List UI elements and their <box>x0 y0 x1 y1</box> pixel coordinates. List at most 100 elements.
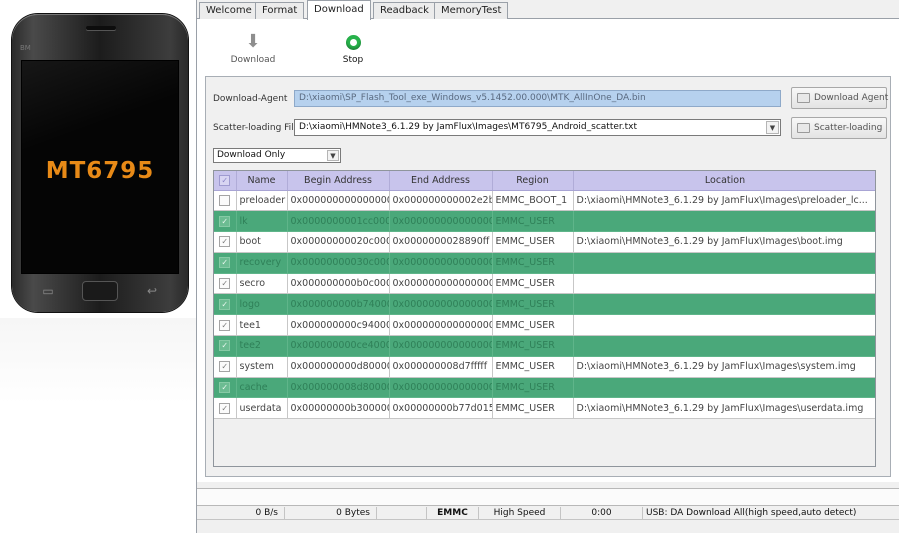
checkbox-icon[interactable]: ✓ <box>219 278 231 290</box>
table-row[interactable]: ✓ cache 0x000000008d800000 0x00000000000000… <box>214 377 875 399</box>
table-row[interactable]: ✓ lk 0x0000000001cc0000 0x0000000000000000 E… <box>214 210 875 233</box>
region-cell: EMMC_USER <box>492 397 574 420</box>
row-select-cell[interactable]: ✓ <box>214 314 237 337</box>
region-cell: EMMC_USER <box>492 273 574 295</box>
partition-name-cell: cache <box>236 377 288 399</box>
begin-address-cell: 0x00000000030c0000 <box>287 252 390 274</box>
checkbox-icon[interactable]: ✓ <box>219 215 231 227</box>
elapsed-time: 0:00 <box>561 507 643 519</box>
row-select-cell[interactable]: ✓ <box>214 356 237 378</box>
empty-cell <box>573 418 875 440</box>
begin-address-cell: 0x000000000b740000 <box>287 293 390 316</box>
tab-download[interactable]: Download <box>307 0 371 20</box>
usb-speed: High Speed <box>479 507 561 519</box>
row-select-cell[interactable]: ✓ <box>214 231 237 253</box>
phone-brand: BM <box>20 44 31 52</box>
partition-name-cell: secro <box>236 273 288 295</box>
begin-address-cell: 0x0000000001cc0000 <box>287 210 390 233</box>
tab-readback[interactable]: Readback <box>373 2 436 19</box>
tab-bar: Welcome Format Download Readback MemoryT… <box>197 0 899 20</box>
chevron-down-icon[interactable]: ▼ <box>766 121 779 134</box>
stop-button-label: Stop <box>342 55 364 65</box>
checkbox-icon[interactable]: ✓ <box>219 236 231 248</box>
row-select-cell[interactable]: ✓ <box>214 252 237 274</box>
table-row[interactable]: ✓ recovery 0x00000000030c0000 0x00000000000… <box>214 252 875 274</box>
row-select-cell[interactable]: ✓ <box>214 397 237 420</box>
download-button[interactable]: ⬇ Download <box>223 29 283 65</box>
table-row[interactable]: ✓ tee1 0x000000000c940000 0x000000000000000… <box>214 314 875 337</box>
panel-background <box>0 318 196 533</box>
scatter-file-path: D:\xiaomi\HMNote3_6.1.29 by JamFlux\Imag… <box>299 122 638 132</box>
location-cell: D:\xiaomi\HMNote3_6.1.29 by JamFlux\Imag… <box>573 397 875 420</box>
location-cell <box>573 273 875 295</box>
table-row[interactable]: preloader 0x0000000000000000 0x00000000000… <box>214 190 875 212</box>
location-cell: D:\xiaomi\HMNote3_6.1.29 by JamFlux\Imag… <box>573 231 875 253</box>
table-row[interactable]: ✓ system 0x000000000d800000 0x000000008d7ff… <box>214 356 875 378</box>
checkbox-icon[interactable]: ✓ <box>219 174 231 186</box>
device-panel: BM MT6795 ▭ ↩ <box>0 0 197 533</box>
checkbox-icon[interactable]: ✓ <box>219 340 231 352</box>
partition-name-cell: lk <box>236 210 288 233</box>
scatter-loading-button[interactable]: Scatter-loading <box>791 117 887 139</box>
table-row[interactable]: ✓ tee2 0x000000000ce40000 0x000000000000000… <box>214 335 875 357</box>
status-cell-empty <box>377 507 427 519</box>
end-address-cell: 0x0000000000000000 <box>389 210 493 233</box>
row-select-cell[interactable]: ✓ <box>214 335 237 357</box>
header-select-all[interactable]: ✓ <box>214 171 237 191</box>
back-key-icon: ↩ <box>146 284 158 298</box>
chevron-down-icon[interactable]: ▼ <box>327 150 339 161</box>
row-select-cell[interactable]: ✓ <box>214 273 237 295</box>
partition-name-cell: recovery <box>236 252 288 274</box>
location-cell <box>573 210 875 233</box>
table-row[interactable]: ✓ logo 0x000000000b740000 0x000000000000000… <box>214 293 875 316</box>
checkbox-icon[interactable]: ✓ <box>219 257 231 269</box>
begin-address-cell: 0x00000000020c0000 <box>287 231 390 253</box>
download-agent-path-field[interactable]: D:\xiaomi\SP_Flash_Tool_exe_Windows_v5.1… <box>294 90 781 107</box>
checkbox-icon[interactable]: ✓ <box>219 298 231 310</box>
checkbox-icon[interactable]: ✓ <box>219 382 231 394</box>
tab-welcome[interactable]: Welcome <box>199 2 259 19</box>
stop-button[interactable]: Stop <box>323 29 383 65</box>
end-address-cell: 0x0000000000000000 <box>389 377 493 399</box>
table-row[interactable]: ✓ userdata 0x00000000b3000000 0x00000000b77… <box>214 397 875 420</box>
empty-row <box>214 439 875 461</box>
table-row[interactable]: ✓ secro 0x000000000b0c0000 0x00000000000000… <box>214 273 875 295</box>
partition-table: ✓ Name Begin Address End Address Region … <box>213 170 876 467</box>
phone-image: BM MT6795 ▭ ↩ <box>12 14 188 312</box>
checkbox-icon[interactable]: ✓ <box>219 319 231 331</box>
end-address-cell: 0x0000000000000000 <box>389 252 493 274</box>
tab-memorytest[interactable]: MemoryTest <box>434 2 509 19</box>
column-header-name[interactable]: Name <box>236 171 288 191</box>
column-header-location[interactable]: Location <box>573 171 875 191</box>
phone-speaker <box>86 26 116 30</box>
partition-name-cell: boot <box>236 231 288 253</box>
region-cell: EMMC_BOOT_1 <box>492 190 574 212</box>
empty-cell <box>236 418 287 440</box>
begin-address-cell: 0x0000000000000000 <box>287 190 390 212</box>
column-header-end-address[interactable]: End Address <box>389 171 493 191</box>
partition-rows: preloader 0x0000000000000000 0x00000000000… <box>214 190 875 461</box>
end-address-cell: 0x0000000000000000 <box>389 293 493 316</box>
tab-format[interactable]: Format <box>255 2 305 19</box>
partition-name-cell: tee1 <box>236 314 288 337</box>
row-select-cell[interactable]: ✓ <box>214 210 237 233</box>
row-select-cell[interactable]: ✓ <box>214 377 237 399</box>
begin-address-cell: 0x000000008d800000 <box>287 377 390 399</box>
folder-icon <box>797 93 810 103</box>
checkbox-icon[interactable]: ✓ <box>219 361 231 373</box>
begin-address-cell: 0x000000000b0c0000 <box>287 273 390 295</box>
column-header-region[interactable]: Region <box>492 171 574 191</box>
download-mode-select[interactable]: Download Only ▼ <box>213 148 341 163</box>
row-select-cell[interactable] <box>214 190 237 212</box>
scatter-file-dropdown[interactable]: D:\xiaomi\HMNote3_6.1.29 by JamFlux\Imag… <box>294 119 781 136</box>
download-agent-button[interactable]: Download Agent <box>791 87 888 109</box>
home-key-icon <box>82 281 118 301</box>
empty-cell <box>214 418 236 440</box>
row-select-cell[interactable]: ✓ <box>214 293 237 316</box>
column-header-begin-address[interactable]: Begin Address <box>287 171 390 191</box>
checkbox-icon[interactable]: ✓ <box>219 402 231 414</box>
storage-type: EMMC <box>427 507 479 519</box>
table-row[interactable]: ✓ boot 0x00000000020c0000 0x0000000028890ff… <box>214 231 875 253</box>
checkbox-icon[interactable] <box>219 194 231 206</box>
status-area: 0 B/s 0 Bytes EMMC High Speed 0:00 USB: … <box>197 488 899 533</box>
